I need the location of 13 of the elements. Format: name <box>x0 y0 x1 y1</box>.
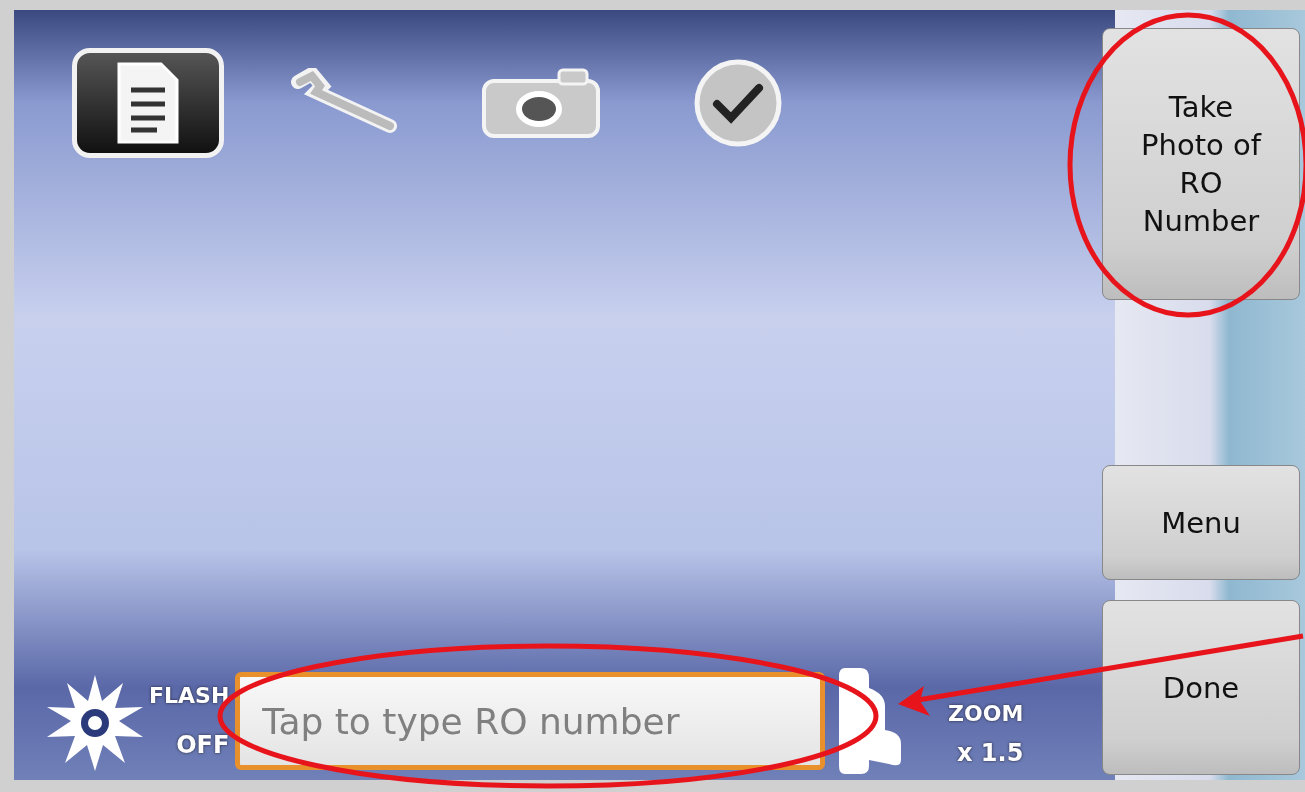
toolbar-tab[interactable] <box>72 48 224 158</box>
flash-state: OFF <box>176 733 230 757</box>
zoom-slider-handle[interactable] <box>839 668 904 774</box>
menu-button[interactable]: Menu <box>1102 465 1300 580</box>
flash-icon[interactable] <box>45 675 145 771</box>
take-photo-button[interactable]: Take Photo of RO Number <box>1102 28 1300 300</box>
camera-icon <box>481 67 601 139</box>
zoom-label: ZOOM <box>948 703 1024 725</box>
done-button[interactable]: Done <box>1102 600 1300 775</box>
ro-number-field[interactable]: Tap to type RO number <box>235 672 826 770</box>
flash-label: FLASH <box>149 685 230 707</box>
check-icon <box>693 58 783 148</box>
zoom-value: x 1.5 <box>957 741 1024 765</box>
